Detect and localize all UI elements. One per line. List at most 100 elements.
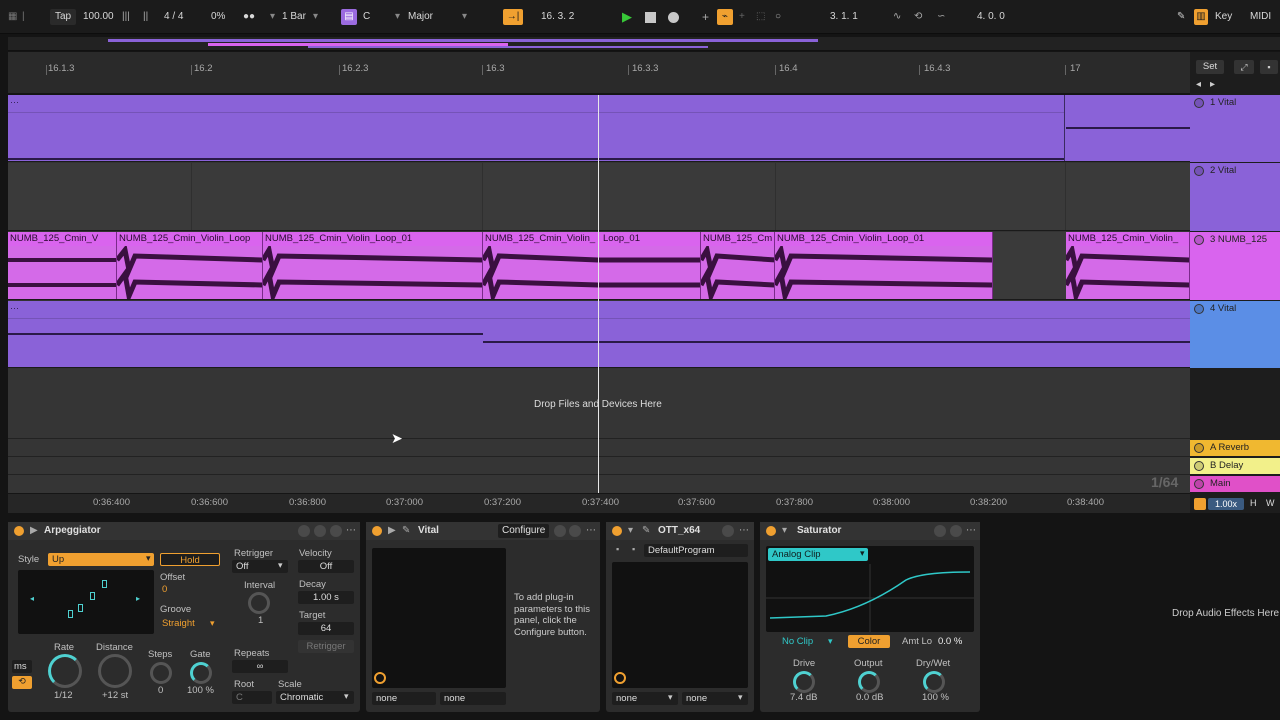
nudge-icon[interactable]: ||	[143, 9, 148, 25]
loop-length[interactable]: 4. 0. 0	[977, 9, 1005, 25]
arrow-left-icon[interactable]: ◂	[1196, 79, 1201, 90]
audio-clip[interactable]: NUMB_125_Cmin_V	[8, 232, 117, 299]
chevron-down-icon[interactable]: ▾	[146, 553, 151, 564]
hotswap-icon[interactable]	[554, 525, 566, 537]
chevron-down-icon[interactable]: ▾	[668, 692, 673, 703]
configure-button[interactable]: Configure	[498, 524, 550, 538]
save-icon[interactable]	[569, 525, 581, 537]
param-slot[interactable]: none	[372, 692, 436, 705]
overdub-icon[interactable]: +	[702, 9, 709, 25]
power-icon[interactable]	[14, 526, 24, 536]
color-button[interactable]: Color	[848, 635, 890, 648]
tempo-field[interactable]: 100.00	[83, 9, 114, 25]
key-map-button[interactable]: Key	[1215, 9, 1232, 25]
device-title-bar[interactable]: ▶ Arpeggiator ⋯	[8, 522, 360, 540]
arrow-right-icon[interactable]: ▸	[136, 594, 140, 603]
track-lane-2[interactable]	[8, 163, 1190, 231]
more-icon[interactable]: ⋯	[739, 522, 749, 540]
midi-note[interactable]	[1066, 127, 1190, 129]
play-icon[interactable]: ▶	[622, 9, 632, 25]
song-position[interactable]: 16. 3. 2	[541, 9, 574, 25]
hotswap-icon[interactable]	[314, 525, 326, 537]
fold-icon[interactable]: ▾	[628, 522, 633, 540]
drywet-knob[interactable]	[923, 671, 945, 693]
zoom-field[interactable]: 1.00x	[1208, 498, 1244, 510]
midi-clip[interactable]: ···	[8, 301, 1190, 367]
scale-mode-icon[interactable]: ▤	[341, 9, 357, 25]
amt-lo-value[interactable]: 0.0 %	[938, 636, 962, 647]
time-ruler[interactable]: 0:36:400 0:36:600 0:36:800 0:37:000 0:37…	[8, 493, 1190, 513]
sync-icon[interactable]: ⟲	[12, 676, 32, 689]
macro-icon[interactable]	[298, 525, 310, 537]
audio-clip[interactable]: NUMB_125_Cm	[701, 232, 775, 299]
program-select[interactable]: DefaultProgram	[644, 544, 748, 557]
gate-knob[interactable]	[190, 662, 212, 684]
grid-icon[interactable]: ▦	[8, 9, 17, 25]
save-icon[interactable]	[330, 525, 342, 537]
main-track[interactable]: Main	[1190, 476, 1280, 492]
return-track-a[interactable]: A Reverb	[1190, 440, 1280, 456]
track-fold-icon[interactable]	[1194, 443, 1204, 453]
metronome-bars-icon[interactable]: |||	[122, 9, 130, 25]
pencil-icon[interactable]: ✎	[1177, 9, 1185, 25]
device-title-bar[interactable]: ▾ Saturator ⋯	[760, 522, 980, 540]
key-map-icon[interactable]: ▥	[1194, 9, 1208, 25]
power-icon[interactable]	[372, 526, 382, 536]
track-header-3[interactable]: 3 NUMB_125	[1190, 232, 1280, 300]
param-slot[interactable]: none	[440, 692, 506, 705]
chevron-down-icon[interactable]: ▾	[278, 560, 283, 571]
chevron-down-icon[interactable]: ▾	[395, 9, 400, 25]
track-lane-1[interactable]: ···	[8, 95, 1190, 162]
plugin-window-icon[interactable]	[614, 672, 626, 684]
chevron-down-icon[interactable]: ▾	[313, 9, 318, 25]
playhead[interactable]	[598, 95, 599, 507]
track-lane-4[interactable]: ···	[8, 301, 1190, 368]
loop-icon[interactable]: ⟲	[914, 9, 922, 25]
root-select[interactable]: C	[232, 691, 272, 704]
tap-button[interactable]: Tap	[50, 9, 77, 25]
audio-clip[interactable]: NUMB_125_Cmin_Violin_Loop	[117, 232, 263, 299]
target-field[interactable]: 64	[298, 622, 354, 635]
midi-clip[interactable]	[1066, 95, 1190, 161]
audio-clip[interactable]: NUMB_125_Cmin_Violin_Loop_01	[263, 232, 483, 299]
save-icon[interactable]	[950, 525, 962, 537]
output-knob[interactable]	[858, 671, 880, 693]
clip-mode-select[interactable]: No Clip	[782, 636, 813, 647]
chevron-down-icon[interactable]: ▾	[210, 618, 215, 629]
play-icon[interactable]: ▶	[30, 522, 38, 540]
audio-clip[interactable]: NUMB_125_Cmin_Violin_	[483, 232, 599, 299]
arrow-left-icon[interactable]: ◂	[30, 594, 34, 603]
drop-zone[interactable]: Drop Files and Devices Here 1/64	[8, 369, 1190, 495]
velocity-toggle[interactable]: Off	[298, 560, 354, 573]
midi-note[interactable]	[8, 158, 1064, 160]
quantize-select[interactable]: 1 Bar	[282, 9, 306, 25]
hotswap-icon[interactable]	[722, 525, 734, 537]
arrow-right-icon[interactable]: ▸	[1210, 79, 1215, 90]
groove-select[interactable]: Straight	[162, 618, 195, 629]
loop-start[interactable]: 3. 1. 1	[830, 9, 858, 25]
expand-icon[interactable]: ⤢	[1234, 60, 1254, 74]
folder-icon[interactable]: ▪	[616, 544, 619, 554]
swing-field[interactable]: 0%	[211, 9, 225, 25]
clip-view-icon[interactable]	[1194, 498, 1206, 510]
h-button[interactable]: H	[1250, 498, 1257, 508]
audio-clip[interactable]: NUMB_125_Cmin_Violin_Loop_01	[775, 232, 993, 299]
track-fold-icon[interactable]	[1194, 304, 1204, 314]
midi-clip[interactable]: ···	[8, 95, 1065, 161]
arrangement-overview[interactable]	[8, 37, 1280, 51]
metronome-icon[interactable]: ●●	[243, 9, 255, 25]
record-icon[interactable]	[668, 9, 679, 25]
retrigger-button[interactable]: Retrigger	[298, 640, 354, 653]
track-fold-icon[interactable]	[1194, 98, 1204, 108]
chevron-down-icon[interactable]: ▾	[462, 9, 467, 25]
set-button[interactable]: Set	[1196, 60, 1224, 74]
steps-knob[interactable]	[150, 662, 172, 684]
punch-out-icon[interactable]: ∽	[937, 9, 945, 25]
arrangement-view[interactable]: ··· NUMB_125_Cmin_V NUMB_125_Cmin_Violin…	[8, 95, 1190, 495]
hold-button[interactable]: Hold	[160, 553, 220, 566]
track-header-1[interactable]: 1 Vital	[1190, 95, 1280, 162]
plugin-window-icon[interactable]	[374, 672, 386, 684]
save-icon[interactable]: ▪	[632, 544, 635, 554]
beat-ruler[interactable]: 16.1.3 16.2 16.2.3 16.3 16.3.3 16.4 16.4…	[8, 52, 1190, 94]
track-fold-icon[interactable]	[1194, 235, 1204, 245]
